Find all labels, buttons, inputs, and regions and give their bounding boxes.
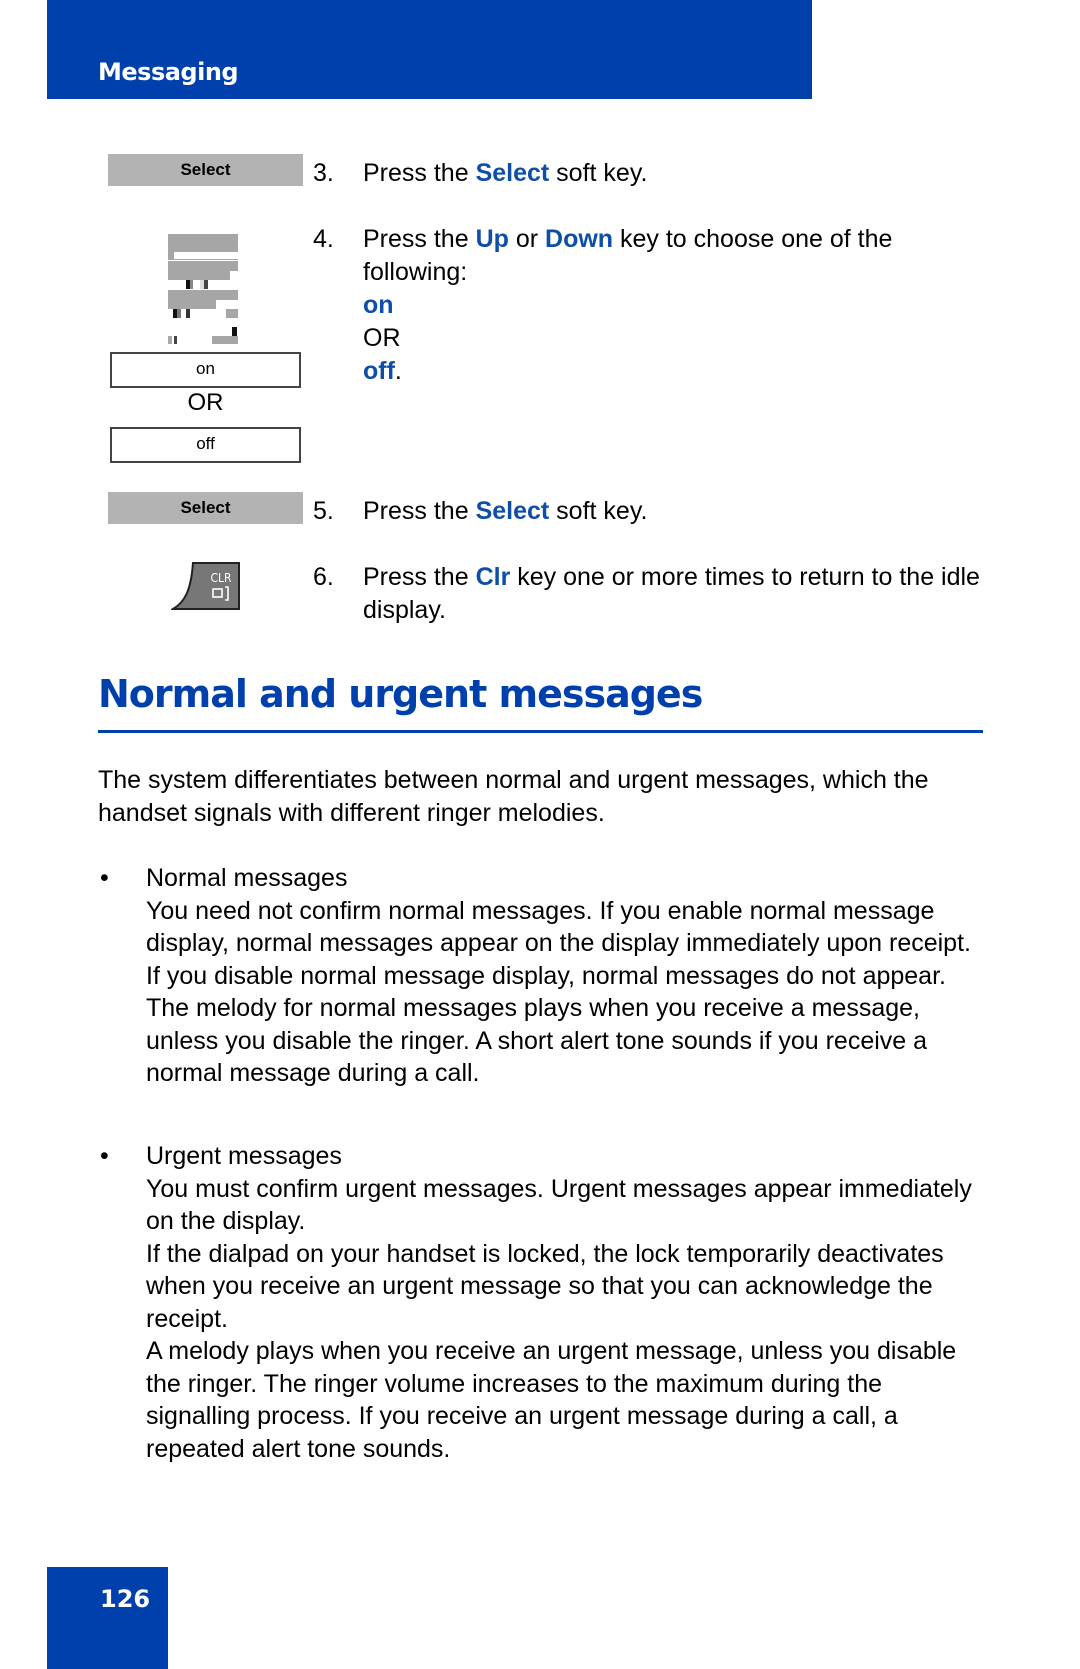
- bullet-paragraph: If the dialpad on your handset is locked…: [146, 1239, 944, 1333]
- or-label: OR: [187, 389, 224, 416]
- bullet-normal-messages: • Normal messages You need not confirm n…: [98, 862, 978, 1090]
- text-run: Press the: [363, 563, 476, 591]
- text-run: Press the: [363, 497, 476, 525]
- bullet-body: Normal messages You need not confirm nor…: [146, 862, 978, 1090]
- bullet-paragraph: You must confirm urgent messages. Urgent…: [146, 1174, 972, 1236]
- select-softkey-image: Select: [108, 154, 303, 186]
- intro-paragraph: The system differentiates between normal…: [98, 766, 929, 827]
- bullet-title: Normal messages: [146, 864, 348, 892]
- step-5: 5. Press the Select soft key.: [313, 495, 993, 528]
- text-run: soft key.: [549, 497, 648, 525]
- or-text: OR: [363, 324, 401, 352]
- select-softkey-image-2: Select: [108, 492, 303, 524]
- step-6: 6. Press the Clr key one or more times t…: [313, 561, 993, 627]
- option-on-box: on: [110, 352, 301, 388]
- bullet-paragraph: The melody for normal messages plays whe…: [146, 994, 928, 1087]
- clr-key-icon: CLR: [171, 562, 240, 610]
- bullet-icon: •: [100, 864, 109, 892]
- text-run: or: [508, 225, 546, 253]
- step-text: Press the Up or Down key to choose one o…: [363, 223, 993, 388]
- step-number: 5.: [313, 497, 334, 525]
- page-number-box: [47, 1567, 168, 1669]
- option-on-text: on: [363, 291, 394, 319]
- bullet-paragraph: A melody plays when you receive an urgen…: [146, 1337, 957, 1463]
- step-text: Press the Select soft key.: [363, 495, 993, 528]
- key-name-select: Select: [475, 159, 550, 187]
- text-run: .: [394, 357, 402, 385]
- section-heading: Normal and urgent messages: [98, 672, 703, 716]
- key-name-select: Select: [475, 497, 550, 525]
- key-name-up: Up: [475, 225, 509, 253]
- step-number: 4.: [313, 225, 334, 253]
- bullet-urgent-messages: • Urgent messages You must confirm urgen…: [98, 1140, 978, 1465]
- step-text: Press the Clr key one or more times to r…: [363, 561, 993, 627]
- bullet-title: Urgent messages: [146, 1142, 342, 1170]
- bullet-paragraph: You need not confirm normal messages. If…: [146, 896, 971, 990]
- page-number: 126: [100, 1585, 151, 1613]
- heading-underline: [98, 730, 983, 733]
- step-text: Press the Select soft key.: [363, 157, 993, 190]
- scroll-navigation-icon: [168, 234, 238, 344]
- option-off-text: off: [363, 357, 395, 385]
- text-run: Press the: [363, 225, 476, 253]
- step-number: 3.: [313, 159, 334, 187]
- text-run: soft key.: [549, 159, 648, 187]
- chapter-title: Messaging: [98, 58, 239, 86]
- step-number: 6.: [313, 563, 334, 591]
- step-3: 3. Press the Select soft key.: [313, 157, 993, 190]
- clr-key-label: CLR: [210, 571, 232, 585]
- bullet-body: Urgent messages You must confirm urgent …: [146, 1140, 978, 1465]
- step-4: 4. Press the Up or Down key to choose on…: [313, 223, 993, 388]
- bullet-icon: •: [100, 1142, 109, 1170]
- option-off-box: off: [110, 427, 301, 463]
- key-name-down: Down: [545, 225, 614, 253]
- key-name-clr: Clr: [475, 563, 511, 591]
- text-run: Press the: [363, 159, 476, 187]
